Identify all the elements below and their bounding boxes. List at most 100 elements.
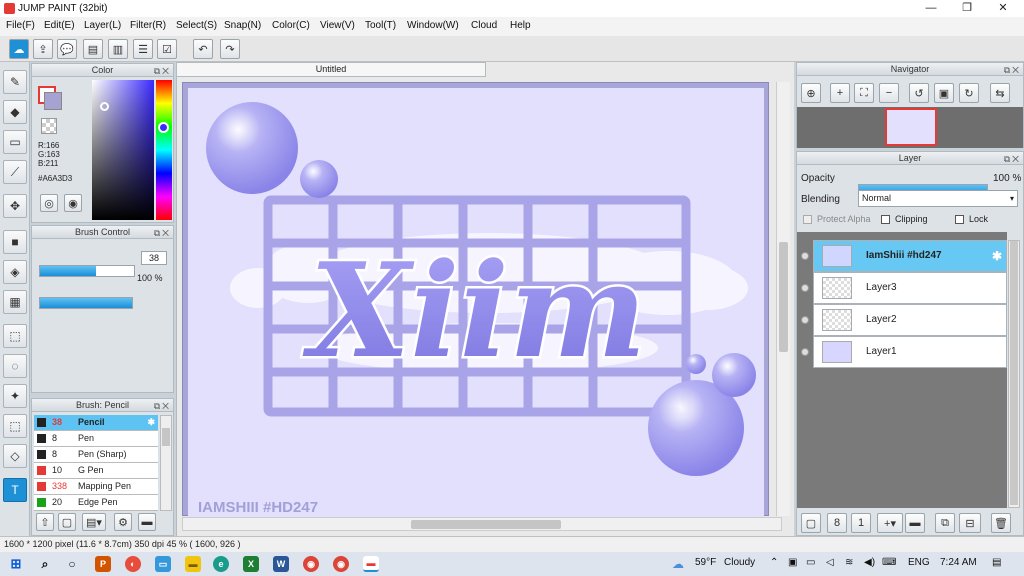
panel-buttons[interactable]: ⧉✕ — [1004, 153, 1021, 166]
magic-wand-tool-icon[interactable]: ✦ — [3, 384, 27, 408]
word-icon[interactable]: W — [273, 556, 289, 572]
horizontal-scroll-thumb[interactable] — [411, 520, 561, 529]
clipping-checkbox[interactable] — [881, 215, 890, 224]
vertical-scroll-thumb[interactable] — [779, 242, 788, 352]
reset-view-icon[interactable]: ▣ — [934, 83, 954, 103]
brush-menu-icon[interactable]: ▤▾ — [82, 513, 106, 531]
brush-item[interactable]: 10 G Pen — [34, 463, 158, 479]
message-icon[interactable]: ▤ — [83, 39, 103, 59]
layer-row[interactable]: Layer3 — [801, 272, 1007, 304]
brush-item[interactable]: 8 Pen (Sharp) — [34, 447, 158, 463]
menu-tool[interactable]: Tool(T) — [365, 20, 396, 31]
search-icon[interactable]: ⌕ — [37, 556, 53, 572]
sv-cursor[interactable] — [100, 102, 109, 111]
minimize-button[interactable]: — — [914, 0, 948, 17]
move-tool-icon[interactable]: ✥ — [3, 194, 27, 218]
canvas-horizontal-scrollbar[interactable] — [182, 517, 782, 531]
protect-alpha-checkbox[interactable] — [803, 215, 812, 224]
navigator-thumbnail[interactable] — [885, 108, 937, 146]
canvas-vertical-scrollbar[interactable] — [776, 82, 790, 516]
menu-snap[interactable]: Snap(N) — [224, 20, 261, 31]
weather-icon[interactable]: ☁ — [672, 557, 684, 571]
document-icon[interactable]: ▥ — [108, 39, 128, 59]
brush-item[interactable]: 8 Pen — [34, 431, 158, 447]
zoom-in-icon[interactable]: + — [830, 83, 850, 103]
new-brush-icon[interactable]: ▢ — [58, 513, 76, 531]
menu-filter[interactable]: Filter(R) — [130, 20, 166, 31]
panel-buttons[interactable]: ⧉✕ — [154, 400, 171, 413]
brush-cloud-icon[interactable]: ⇧ — [36, 513, 54, 531]
brush-list-scroll-thumb[interactable] — [162, 428, 170, 446]
menu-view[interactable]: View(V) — [320, 20, 355, 31]
menu-help[interactable]: Help — [510, 20, 531, 31]
checklist-icon[interactable]: ☑ — [157, 39, 177, 59]
artwork-canvas[interactable]: Xiim IAMSHIII #HD247 — [188, 88, 764, 520]
select-pen-tool-icon[interactable]: ⬚ — [3, 414, 27, 438]
select-rect-tool-icon[interactable]: ⬚ — [3, 324, 27, 348]
brush-tool-icon[interactable]: ✎ — [3, 70, 27, 94]
jump-paint-taskbar-icon[interactable]: ▬ — [363, 556, 379, 572]
zoom-full-icon[interactable]: ⛶ — [854, 83, 874, 103]
layer-row[interactable]: Layer2 — [801, 304, 1007, 336]
layer-row[interactable]: Layer1 — [801, 336, 1007, 368]
zoom-fit-icon[interactable]: ⊕ — [801, 83, 821, 103]
document-tab[interactable]: Untitled — [176, 62, 486, 77]
palette-edit-icon[interactable]: ◉ — [64, 194, 82, 212]
bucket-tool-icon[interactable]: ◈ — [3, 260, 27, 284]
brush-settings-icon[interactable]: ✱ — [147, 415, 155, 430]
brush-settings-icon[interactable]: ⚙ — [114, 513, 132, 531]
layer-list-scrollbar[interactable] — [1008, 240, 1020, 508]
task-view-icon[interactable]: ○ — [64, 556, 80, 572]
transparent-color-swatch[interactable] — [41, 118, 57, 134]
layer-folder-icon[interactable]: ▬ — [905, 513, 925, 533]
cloud-icon[interactable]: ☁ — [9, 39, 29, 59]
battery-icon[interactable]: ▭ — [806, 557, 815, 568]
layer-visibility-icon[interactable] — [801, 316, 809, 324]
select-eraser-tool-icon[interactable]: ◇ — [3, 444, 27, 468]
layer-settings-icon[interactable]: ✱ — [992, 249, 1002, 263]
tray-app-icon[interactable]: ▣ — [788, 557, 797, 568]
clock[interactable]: 7:24 AM — [940, 557, 977, 568]
blending-select[interactable]: Normal ▾ — [858, 190, 1018, 207]
layer-visibility-icon[interactable] — [801, 348, 809, 356]
brush-size-slider[interactable] — [39, 265, 135, 277]
notifications-icon[interactable]: ▤ — [992, 557, 1001, 568]
brush-folder-icon[interactable]: ▬ — [138, 513, 156, 531]
fill-rect-tool-icon[interactable]: ■ — [3, 230, 27, 254]
media-app-icon[interactable]: ◐ — [125, 556, 141, 572]
keyboard-icon[interactable]: ⌨ — [882, 557, 896, 568]
delete-layer-icon[interactable]: 🗑 — [991, 513, 1011, 533]
volume-icon[interactable]: ◁ — [826, 557, 834, 568]
lock-checkbox[interactable] — [955, 215, 964, 224]
windows-start-icon[interactable]: ⊞ — [8, 556, 24, 572]
brush-list-scrollbar[interactable] — [160, 415, 172, 511]
monitor-icon[interactable]: ▭ — [155, 556, 171, 572]
list-icon[interactable]: ☰ — [133, 39, 153, 59]
layer-visibility-icon[interactable] — [801, 252, 809, 260]
palette-icon[interactable]: ◎ — [40, 194, 58, 212]
weather-temp[interactable]: 59°F — [695, 557, 716, 568]
rotate-right-icon[interactable]: ↻ — [959, 83, 979, 103]
close-button[interactable]: ✕ — [986, 0, 1020, 17]
chrome-icon[interactable]: ◉ — [303, 556, 319, 572]
show-hidden-icons-icon[interactable]: ⌃ — [770, 557, 778, 568]
comment-icon[interactable]: 💬 — [57, 39, 77, 59]
brush-item[interactable]: 20 Edge Pen — [34, 495, 158, 511]
menu-file[interactable]: File(F) — [6, 20, 35, 31]
sub-color-swatch[interactable] — [44, 92, 62, 110]
layer-scroll-thumb[interactable] — [1010, 241, 1018, 505]
hue-slider[interactable] — [156, 80, 172, 220]
file-explorer-icon[interactable]: ▬ — [185, 556, 201, 572]
rotate-left-icon[interactable]: ↺ — [909, 83, 929, 103]
duplicate-layer-icon[interactable]: ⧉ — [935, 513, 955, 533]
wifi-icon[interactable]: ≋ — [845, 557, 853, 568]
brush-size-value[interactable]: 38 — [141, 251, 167, 265]
menu-layer[interactable]: Layer(L) — [84, 20, 121, 31]
undo-icon[interactable]: ↶ — [193, 39, 213, 59]
weather-desc[interactable]: Cloudy — [724, 557, 755, 568]
redo-icon[interactable]: ↷ — [220, 39, 240, 59]
layer-visibility-icon[interactable] — [801, 284, 809, 292]
new-8bit-layer-icon[interactable]: 8 — [827, 513, 847, 533]
panel-buttons[interactable]: ⧉✕ — [1004, 64, 1021, 77]
new-1bit-layer-icon[interactable]: 1 — [851, 513, 871, 533]
